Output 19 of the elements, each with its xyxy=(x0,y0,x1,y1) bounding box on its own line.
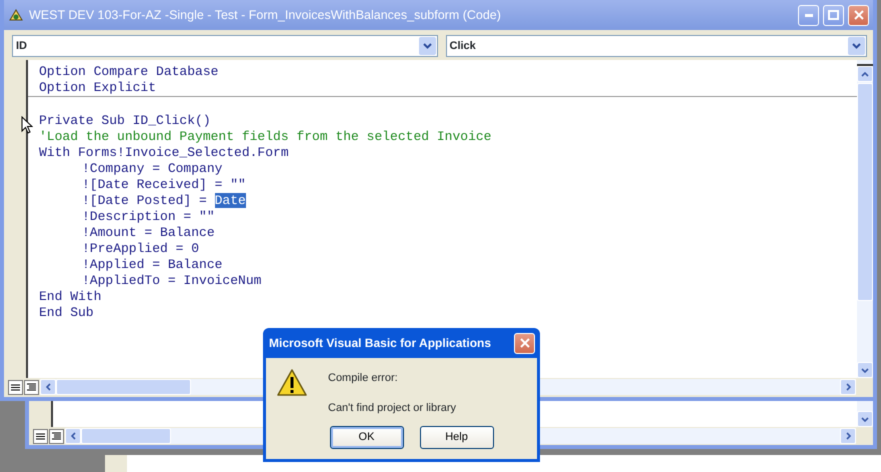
error-heading: Compile error: xyxy=(328,371,399,386)
code-line: ![Date Received] = "" xyxy=(82,177,246,192)
code-line: !AppliedTo = InvoiceNum xyxy=(82,273,262,288)
code-line: End Sub xyxy=(39,305,94,320)
code-line: !Description = "" xyxy=(82,209,215,224)
dialog-title: Microsoft Visual Basic for Applications xyxy=(269,335,492,352)
code-line: Option Explicit xyxy=(39,80,156,95)
code-line: !Company = Company xyxy=(82,161,222,176)
code-line: !Amount = Balance xyxy=(82,225,215,240)
code-line: End With xyxy=(39,289,102,304)
window-title: WEST DEV 103-For-AZ -Single - Test - Form_InvoicesWithBalances_subform (Code) xyxy=(29,6,501,24)
error-message: Can't find project or library xyxy=(328,400,456,416)
code-line: !Applied = Balance xyxy=(82,257,222,272)
code-line: Option Compare Database xyxy=(39,64,218,79)
code-line: ![Date Posted] = Date xyxy=(82,193,246,208)
code-comment: 'Load the unbound Payment fields from the selected Invoice xyxy=(39,129,492,144)
code-line: With Forms!Invoice_Selected.Form xyxy=(39,145,289,160)
code-line: !PreApplied = 0 xyxy=(82,241,200,256)
code-line: Private Sub ID_Click() xyxy=(39,113,211,128)
